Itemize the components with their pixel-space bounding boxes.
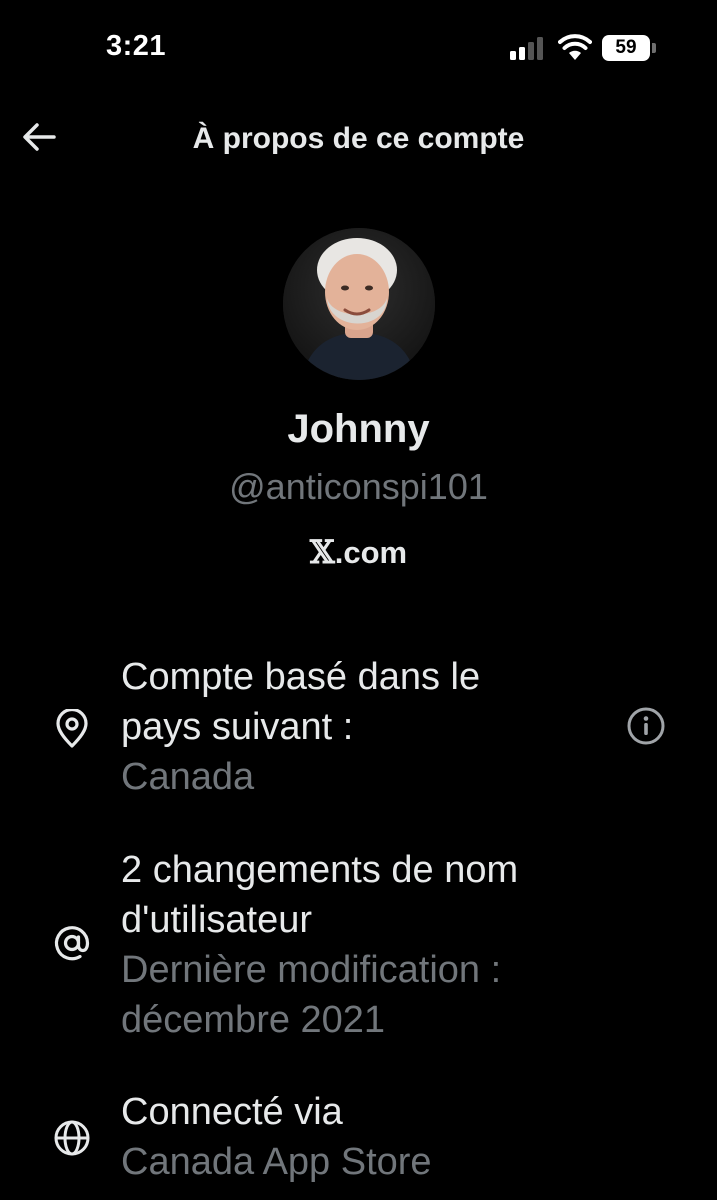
at-sign-icon xyxy=(49,920,95,966)
battery-cap xyxy=(652,43,656,53)
location-pin-icon xyxy=(49,706,95,752)
country-row: Compte basé dans le pays suivant : Canad… xyxy=(121,652,591,802)
last-change-line2: décembre 2021 xyxy=(121,999,386,1041)
country-row-title-line1: Compte basé dans le xyxy=(121,656,481,698)
x-logo-icon: 𝕏 xyxy=(309,533,335,571)
signal-icon xyxy=(510,36,546,60)
connected-via-row: Connecté via Canada App Store xyxy=(121,1087,591,1187)
country-value: Canada xyxy=(121,756,255,798)
info-button[interactable] xyxy=(624,706,668,750)
connected-via-title: Connecté via xyxy=(121,1091,343,1133)
site-link[interactable]: 𝕏.com xyxy=(0,533,717,571)
status-time: 3:21 xyxy=(106,30,167,62)
connected-via-value: Canada App Store xyxy=(121,1141,432,1183)
display-name: Johnny xyxy=(287,407,430,451)
info-icon xyxy=(626,706,666,751)
site-link-suffix: .com xyxy=(334,535,408,570)
last-change-line1: Dernière modification : xyxy=(121,949,502,991)
wifi-icon xyxy=(558,34,592,60)
battery-icon: 59 xyxy=(602,35,650,61)
country-row-title-line2: pays suivant : xyxy=(121,706,354,748)
globe-icon xyxy=(49,1115,95,1161)
username-changes-title-line2: d'utilisateur xyxy=(121,899,313,941)
username-changes-title-line1: 2 changements de nom xyxy=(121,849,519,891)
username-handle: @anticonspi101 xyxy=(229,466,488,507)
page-title: À propos de ce compte xyxy=(192,122,525,155)
status-bar: 3:21 59 xyxy=(0,0,717,90)
username-changes-row: 2 changements de nom d'utilisateur Derni… xyxy=(121,845,591,1045)
avatar[interactable] xyxy=(283,228,435,380)
